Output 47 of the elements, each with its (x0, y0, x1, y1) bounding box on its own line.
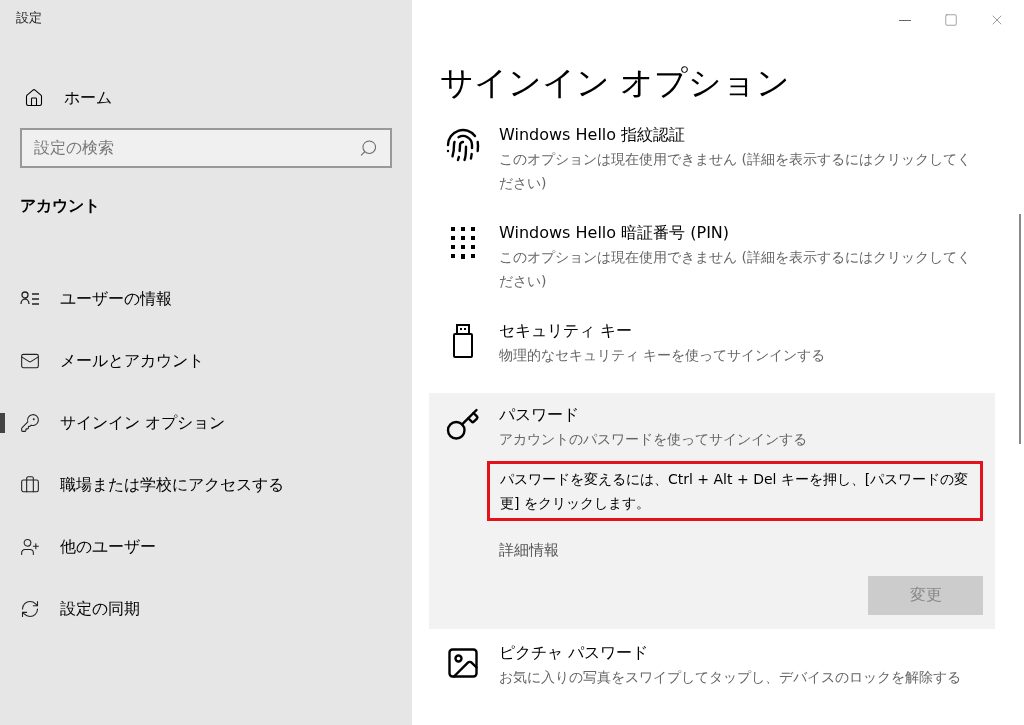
page-title: サインイン オプション (440, 66, 792, 99)
option-description: このオプションは現在使用できません (詳細を表示するにはクリックしてください) (499, 150, 972, 193)
option-title: パスワード (499, 404, 580, 426)
briefcase-icon (20, 474, 40, 495)
nav-label: 職場または学校にアクセスする (60, 473, 284, 496)
nav-label: 他のユーザー (60, 535, 156, 558)
section-heading: アカウント (20, 194, 101, 217)
maximize-icon (944, 13, 958, 27)
nav-item[interactable]: 他のユーザー (0, 515, 392, 578)
fingerprint-icon (445, 127, 481, 163)
instruction-text: パスワードを変えるには、Ctrl + Alt + Del キーを押し、[パスワードの変更] をクリックします。 (487, 461, 983, 521)
key-icon (445, 407, 481, 443)
search-field[interactable]: 設定の検索 (20, 127, 392, 168)
option-description: 物理的なセキュリティ キーを使ってサインインする (499, 346, 827, 365)
nav-item[interactable]: 設定の同期 (0, 577, 392, 640)
option-description: このオプションは現在使用できません (詳細を表示するにはクリックしてください) (499, 248, 972, 291)
usb-key-icon (451, 323, 475, 359)
nav-item[interactable]: ユーザーの情報 (0, 267, 392, 330)
key-icon (20, 412, 40, 433)
nav-label: 設定の同期 (60, 597, 140, 620)
nav-item[interactable]: 職場または学校にアクセスする (0, 453, 392, 516)
option-title: Windows Hello 指紋認証 (499, 124, 687, 146)
sign-in-option[interactable]: セキュリティ キー 物理的なセキュリティ キーを使ってサインインする (429, 313, 995, 373)
option-title: ピクチャ パスワード (499, 641, 650, 664)
nav-label: サインイン オプション (60, 411, 226, 434)
nav-item[interactable]: メールとアカウント (0, 329, 392, 392)
user-add-icon (20, 536, 40, 557)
nav-item[interactable]: サインイン オプション (0, 391, 392, 454)
sign-in-option[interactable]: Windows Hello 指紋認証 このオプションは現在使用できません (詳細を表示するにはクリックしてください) (429, 117, 995, 201)
keypad-icon (449, 225, 477, 261)
option-title: Windows Hello 暗証番号 (PIN) (499, 222, 731, 244)
scrollbar-thumb[interactable] (1019, 214, 1021, 444)
option-description: お気に入りの写真をスワイプしてタップし、デバイスのロックを解除する (499, 667, 962, 687)
search-icon (359, 137, 378, 158)
nav-label: ユーザーの情報 (60, 287, 172, 310)
option-title: セキュリティ キー (499, 320, 634, 342)
sign-in-option[interactable]: Windows Hello 暗証番号 (PIN) このオプションは現在使用できません (詳細を表示するにはクリックしてください) (429, 215, 995, 299)
home-icon (24, 87, 44, 108)
sign-in-option[interactable]: ピクチャ パスワード お気に入りの写真をスワイプしてタップし、デバイスのロックを解除する (429, 634, 995, 695)
minimize-icon (899, 19, 911, 21)
option-description: アカウントのパスワードを使ってサインインする (499, 430, 808, 449)
search-input[interactable]: 設定の検索 (34, 135, 360, 160)
nav-label: メールとアカウント (60, 349, 204, 372)
home-nav-item[interactable]: ホーム (20, 81, 392, 114)
more-info-link[interactable]: 詳細情報 (499, 539, 983, 562)
window-title: 設定 (16, 9, 43, 27)
sync-icon (20, 598, 40, 619)
